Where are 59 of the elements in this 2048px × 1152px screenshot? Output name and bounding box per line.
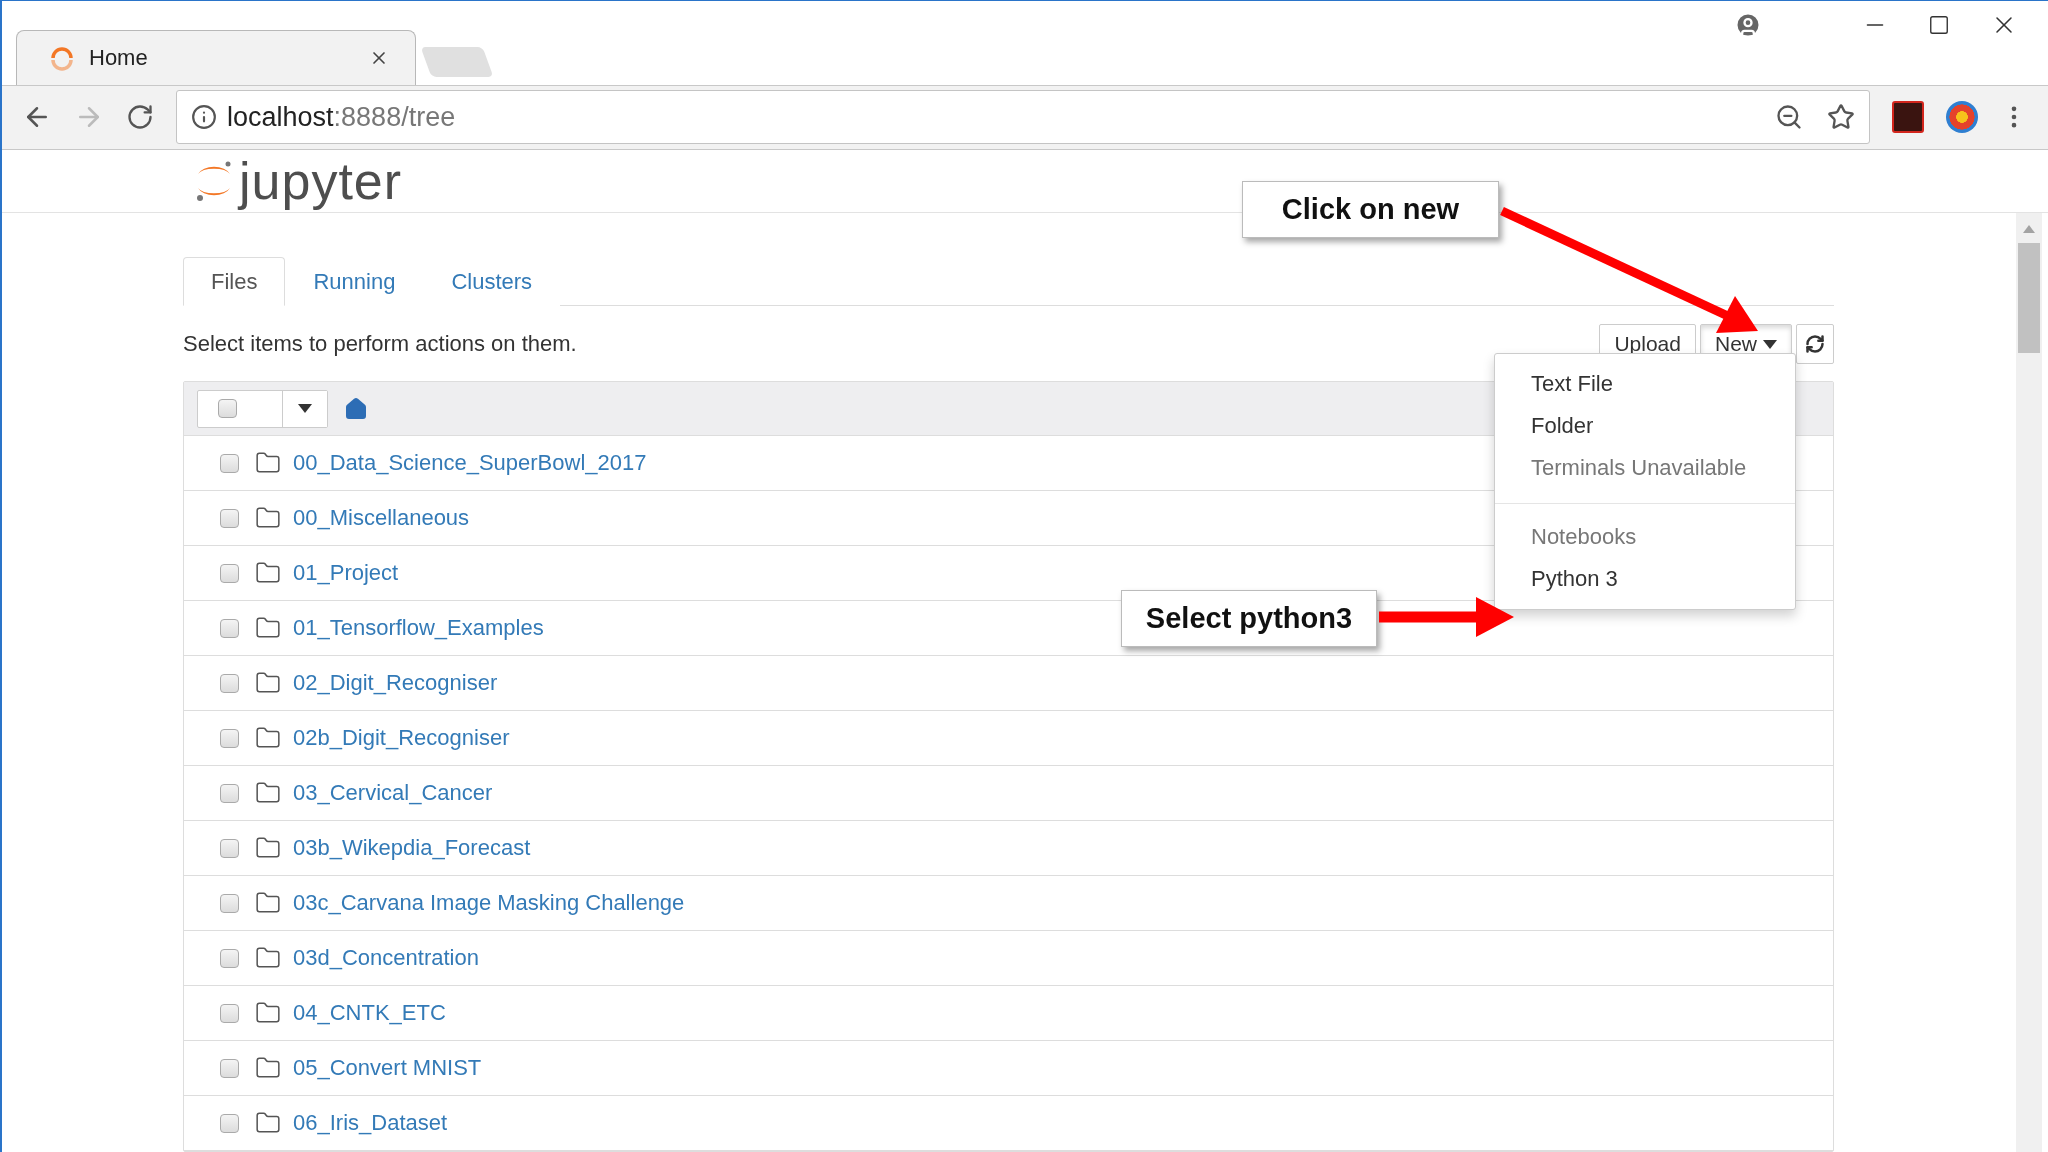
- row-checkbox[interactable]: [220, 948, 239, 968]
- account-icon[interactable]: [1734, 11, 1762, 39]
- menu-item[interactable]: Python 3: [1495, 558, 1795, 600]
- row-checkbox[interactable]: [220, 893, 239, 913]
- row-checkbox[interactable]: [220, 453, 239, 473]
- jupyter-logo[interactable]: jupyter: [239, 150, 403, 211]
- zoom-icon[interactable]: [1775, 103, 1803, 132]
- row-checkbox[interactable]: [220, 563, 239, 583]
- callout: Select python3: [1121, 590, 1377, 647]
- callout: Click on new: [1242, 181, 1499, 238]
- select-all-checkbox[interactable]: [218, 399, 237, 418]
- caret-icon: [1763, 339, 1777, 349]
- tab[interactable]: Files: [183, 257, 286, 306]
- refresh-button[interactable]: [1796, 324, 1834, 364]
- row-checkbox[interactable]: [220, 618, 239, 638]
- url-host: localhost: [227, 101, 334, 132]
- reload-icon[interactable]: [126, 103, 154, 132]
- tab-title: Home: [89, 44, 149, 71]
- info-icon: [191, 104, 217, 131]
- folder-link[interactable]: 03_Cervical_Cancer: [293, 780, 493, 806]
- folder-link[interactable]: 04_CNTK_ETC: [293, 1000, 446, 1026]
- folder-link[interactable]: 03d_Concentration: [293, 945, 479, 971]
- row-checkbox[interactable]: [220, 508, 239, 528]
- scrollbar[interactable]: [2016, 213, 2042, 1152]
- scroll-thumb[interactable]: [2018, 243, 2040, 353]
- row-checkbox[interactable]: [220, 673, 239, 693]
- folder-link[interactable]: 00_Data_Science_SuperBowl_2017: [293, 450, 647, 476]
- row-checkbox[interactable]: [220, 838, 239, 858]
- row-checkbox[interactable]: [220, 1113, 239, 1133]
- folder-link[interactable]: 02_Digit_Recogniser: [293, 670, 498, 696]
- folder-link[interactable]: 05_Convert MNIST: [293, 1055, 482, 1081]
- folder-link[interactable]: 06_Iris_Dataset: [293, 1110, 448, 1136]
- star-icon[interactable]: [1827, 103, 1855, 132]
- home-icon[interactable]: [344, 396, 368, 421]
- address-bar[interactable]: localhost:8888/tree: [176, 90, 1870, 145]
- folder-link[interactable]: 00_Miscellaneous: [293, 505, 470, 531]
- folder-link[interactable]: 03b_Wikepdia_Forecast: [293, 835, 531, 861]
- folder-link[interactable]: 03c_Carvana Image Masking Challenge: [293, 890, 685, 916]
- folder-link[interactable]: 02b_Digit_Recogniser: [293, 725, 510, 751]
- menu-item[interactable]: Folder: [1495, 405, 1795, 447]
- target-extension-icon[interactable]: [1946, 101, 1978, 134]
- url-path: :8888/tree: [333, 101, 456, 132]
- row-checkbox[interactable]: [220, 1003, 239, 1023]
- instruction-text: Select items to perform actions on them.: [183, 331, 578, 357]
- refresh-icon: [1805, 334, 1825, 354]
- maximize-icon[interactable]: [1928, 14, 1950, 36]
- row-checkbox[interactable]: [220, 728, 239, 748]
- menu-header: Notebooks: [1530, 523, 1638, 551]
- folder-link[interactable]: 01_Project: [293, 560, 399, 586]
- folder-link[interactable]: 01_Tensorflow_Examples: [293, 615, 544, 641]
- loading-icon: [49, 44, 75, 71]
- scroll-up-icon[interactable]: [2023, 225, 2035, 233]
- menu-item[interactable]: Text File: [1495, 363, 1795, 405]
- browser-tab[interactable]: Home: [16, 29, 416, 85]
- row-checkbox[interactable]: [220, 1058, 239, 1078]
- row-checkbox[interactable]: [220, 783, 239, 803]
- pdf-extension-icon[interactable]: [1892, 101, 1924, 134]
- caret-icon: [298, 404, 312, 413]
- logo-icon: [195, 159, 233, 202]
